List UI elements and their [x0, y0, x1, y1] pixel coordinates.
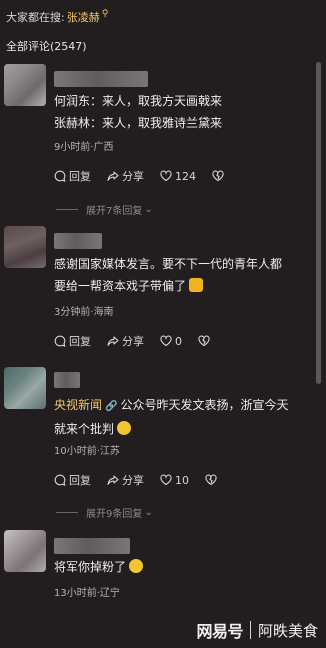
- heart-icon: [160, 335, 172, 347]
- fist-emoji-icon: [189, 278, 204, 292]
- dislike-button[interactable]: [198, 335, 213, 347]
- reply-button[interactable]: 回复: [54, 168, 91, 184]
- comment-bubble-icon: [54, 335, 66, 347]
- dislike-button[interactable]: [205, 474, 220, 486]
- watermark: 网易号 阿昳美食: [196, 618, 318, 642]
- expand-replies[interactable]: 展开7条回复 ⌄: [56, 202, 153, 217]
- share-icon: [107, 336, 119, 346]
- search-hint[interactable]: 大家都在搜: 张凌赫 ⚲: [6, 9, 108, 25]
- broken-heart-icon: [198, 335, 210, 347]
- share-button[interactable]: 分享: [107, 333, 144, 349]
- like-button[interactable]: 0: [160, 335, 182, 348]
- comment-meta: 13小时前·辽宁: [54, 588, 120, 599]
- username-pixelated[interactable]: [54, 71, 148, 87]
- like-button[interactable]: 124: [160, 170, 196, 183]
- username-pixelated[interactable]: [54, 233, 102, 249]
- comment-meta: 9小时前·广西: [54, 142, 114, 153]
- dislike-button[interactable]: [212, 170, 227, 182]
- search-keyword[interactable]: 张凌赫: [67, 9, 100, 25]
- share-button[interactable]: 分享: [107, 168, 144, 184]
- mention-tag[interactable]: 央视新闻: [54, 398, 102, 412]
- comment-actions: 回复 分享 0: [54, 333, 213, 349]
- search-icon: ⚲: [101, 9, 109, 19]
- avatar[interactable]: [4, 367, 46, 409]
- grin-sweat-emoji-icon: [117, 421, 132, 435]
- like-button[interactable]: 10: [160, 474, 189, 487]
- broken-heart-icon: [205, 474, 217, 486]
- chevron-down-icon: ⌄: [144, 204, 153, 215]
- comment-meta: 10小时前·江苏: [54, 446, 120, 457]
- search-prefix: 大家都在搜:: [6, 11, 65, 24]
- comment-text: 何润东：来人，取我方天画戟来 张赫林：来人，取我雅诗兰黛来: [54, 94, 223, 130]
- heart-icon: [160, 474, 172, 486]
- username-pixelated[interactable]: [54, 538, 130, 554]
- reply-button[interactable]: 回复: [54, 333, 91, 349]
- laughing-emoji-icon: [129, 559, 144, 573]
- heart-icon: [160, 170, 172, 182]
- comment-bubble-icon: [54, 474, 66, 486]
- link-icon: 🔗: [105, 401, 118, 412]
- comment-actions: 回复 分享 124: [54, 168, 227, 184]
- comment-text: 将军你掉粉了: [54, 556, 144, 578]
- divider: [56, 209, 78, 210]
- avatar[interactable]: [4, 530, 46, 572]
- expand-replies[interactable]: 展开9条回复 ⌄: [56, 505, 153, 520]
- divider: [56, 512, 78, 513]
- comment-bubble-icon: [54, 170, 66, 182]
- author-name: 阿昳美食: [257, 621, 318, 640]
- username-pixelated[interactable]: [54, 372, 80, 388]
- share-icon: [107, 171, 119, 181]
- share-icon: [107, 475, 119, 485]
- chevron-down-icon: ⌄: [144, 507, 153, 518]
- comment-text: 央视新闻 🔗 公众号昨天发文表扬，浙宣今天 就来个批判: [54, 398, 289, 436]
- comments-count: 全部评论(2547): [6, 40, 87, 53]
- avatar[interactable]: [4, 64, 46, 106]
- share-button[interactable]: 分享: [107, 472, 144, 488]
- divider: [249, 621, 251, 639]
- comment-actions: 回复 分享 10: [54, 472, 220, 488]
- comment-meta: 3分钟前·海南: [54, 307, 114, 318]
- broken-heart-icon: [212, 170, 224, 182]
- avatar[interactable]: [4, 226, 46, 268]
- comment-text: 感谢国家媒体发言。要不下一代的青年人都 要给一帮资本戏子带偏了: [54, 257, 283, 293]
- reply-button[interactable]: 回复: [54, 472, 91, 488]
- brand-logo: 网易号: [196, 622, 243, 641]
- scrollbar[interactable]: [316, 62, 321, 384]
